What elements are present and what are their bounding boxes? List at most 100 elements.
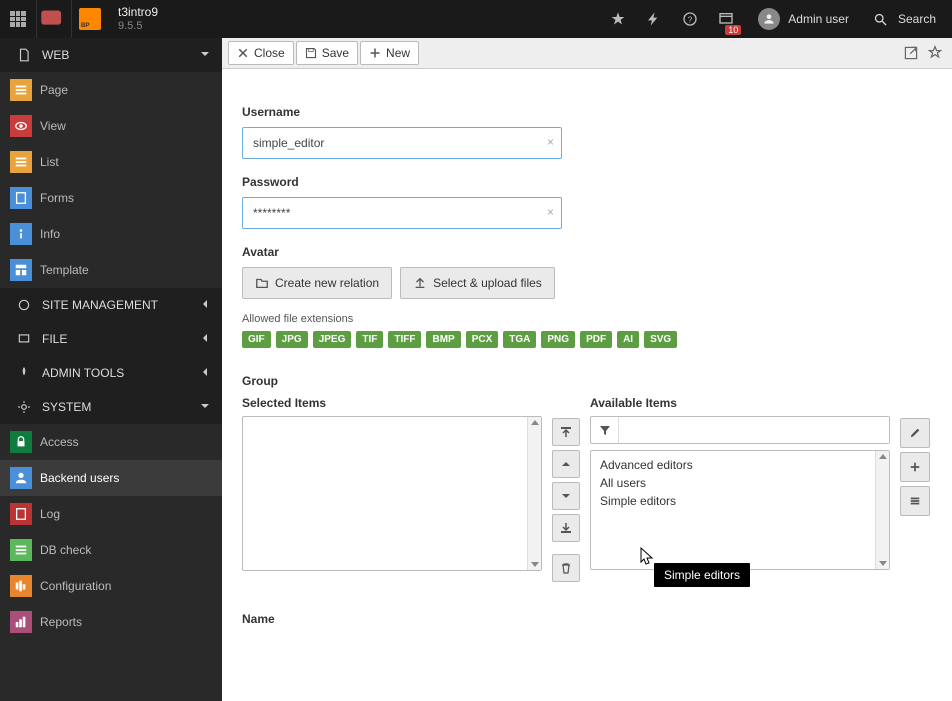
globe-icon [17,298,31,312]
available-item[interactable]: Advanced editors [596,456,872,474]
sidebar-item-label: Page [40,83,68,97]
sidebar-item-forms[interactable]: Forms [0,180,222,216]
username-input[interactable] [242,127,562,159]
site-name: t3intro9 [118,5,158,19]
plus-icon [369,47,381,59]
bookmark-star-icon[interactable] [924,42,946,64]
sidebar-item-view[interactable]: View [0,108,222,144]
scrollbar[interactable] [527,417,541,570]
document-icon [17,48,31,62]
cache-icon[interactable] [636,0,672,38]
clear-icon[interactable]: × [547,135,554,149]
avatar-label: Avatar [242,245,932,259]
folder-icon [255,276,269,290]
section-admin-tools[interactable]: ADMIN TOOLS [0,356,222,390]
scrollbar[interactable] [875,451,889,569]
search-label: Search [898,12,936,26]
section-web[interactable]: WEB [0,38,222,72]
chevron-down-icon [200,48,210,62]
filter-icon [591,417,619,443]
sidebar-item-label: Template [40,263,89,277]
trash-icon [560,562,572,574]
sidebar-item-template[interactable]: Template [0,252,222,288]
sidebar-item-label: View [40,119,66,133]
section-label: ADMIN TOOLS [42,366,124,380]
chevron-left-icon [200,366,210,380]
sidebar-item-label: Backend users [40,471,119,485]
close-icon [237,47,249,59]
username-label: Username [242,105,932,119]
sidebar-item-label: DB check [40,543,91,557]
available-item[interactable]: All users [596,474,872,492]
section-site-management[interactable]: SITE MANAGEMENT [0,288,222,322]
extension-tag: TGA [503,331,536,348]
filter-input[interactable] [619,417,889,443]
gear-icon [17,400,31,414]
help-icon[interactable]: ? [672,0,708,38]
extension-tag: PCX [466,331,499,348]
edit-record-button[interactable] [900,418,930,448]
extension-tag: PNG [541,331,575,348]
move-bottom-button[interactable] [552,514,580,542]
extension-tag: BMP [426,331,460,348]
available-items-listbox[interactable]: Advanced editorsAll usersSimple editors [590,450,890,570]
application-info-icon[interactable]: 10 [708,0,744,38]
new-button[interactable]: New [360,41,419,65]
selected-items-listbox[interactable] [242,416,542,571]
typo3-logo[interactable] [72,0,108,38]
sidebar-item-label: Forms [40,191,74,205]
sidebar-item-access[interactable]: Access [0,424,222,460]
sidebar-item-label: Access [40,435,79,449]
sidebar-item-label: Info [40,227,60,241]
close-button[interactable]: Close [228,41,294,65]
extension-tag: TIFF [388,331,421,348]
user-name: Admin user [788,12,849,26]
notification-badge: 10 [725,25,741,35]
list-icon [909,495,921,507]
content-area: Close Save New Username × Password × Ava… [222,38,952,701]
create-relation-button[interactable]: Create new relation [242,267,392,299]
user-menu[interactable]: Admin user [744,8,863,30]
allowed-extensions-note: Allowed file extensions [242,313,932,325]
modules-menu-button[interactable] [0,0,36,38]
extension-tag: JPEG [313,331,352,348]
move-top-button[interactable] [552,418,580,446]
section-file[interactable]: FILE [0,322,222,356]
search-icon [873,12,888,27]
password-input[interactable] [242,197,562,229]
sidebar-item-list[interactable]: List [0,144,222,180]
available-item[interactable]: Simple editors [596,492,872,510]
share-icon[interactable] [900,42,922,64]
name-label: Name [242,612,932,626]
chevron-down-icon [200,400,210,414]
section-label: FILE [42,332,67,346]
sidebar-item-reports[interactable]: Reports [0,604,222,640]
sidebar-item-backend-users[interactable]: Backend users [0,460,222,496]
bookmark-icon[interactable] [600,0,636,38]
section-system[interactable]: SYSTEM [0,390,222,424]
remove-item-button[interactable] [552,554,580,582]
save-button[interactable]: Save [296,41,358,65]
extension-tag: AI [617,331,639,348]
move-down-button[interactable] [552,482,580,510]
topbar: t3intro9 9.5.5 ? 10 Admin user Search [0,0,952,38]
clear-icon[interactable]: × [547,205,554,219]
move-up-button[interactable] [552,450,580,478]
sidebar-item-page[interactable]: Page [0,72,222,108]
extension-tags: GIFJPGJPEGTIFTIFFBMPPCXTGAPNGPDFAISVG [242,331,932,348]
module-sidebar: WEB Page View List Forms Info Template S… [0,38,222,701]
svg-text:?: ? [688,15,693,24]
image-icon [17,332,31,346]
search-toggle[interactable]: Search [863,12,952,27]
debug-icon[interactable] [36,0,72,38]
sidebar-item-label: Reports [40,615,82,629]
sidebar-item-db-check[interactable]: DB check [0,532,222,568]
select-upload-button[interactable]: Select & upload files [400,267,555,299]
add-record-button[interactable] [900,452,930,482]
filter-row [590,416,890,444]
sidebar-item-log[interactable]: Log [0,496,222,532]
sidebar-item-configuration[interactable]: Configuration [0,568,222,604]
sidebar-item-info[interactable]: Info [0,216,222,252]
list-record-button[interactable] [900,486,930,516]
rocket-icon [17,366,31,380]
